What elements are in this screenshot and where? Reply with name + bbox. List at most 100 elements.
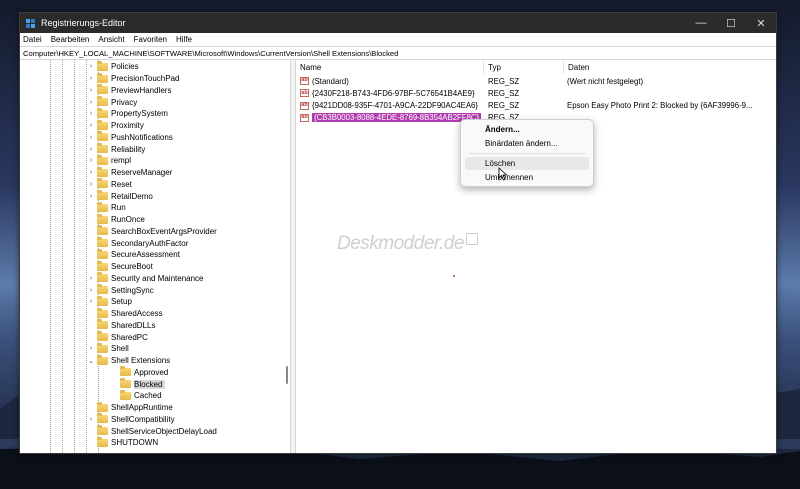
tree-item[interactable]: › Setup — [87, 295, 132, 308]
maximize-button[interactable]: ☐ — [716, 13, 746, 33]
tree-item[interactable]: › Privacy — [87, 96, 137, 108]
column-name-header[interactable]: Name — [296, 60, 484, 74]
expand-chevron-icon[interactable]: › — [87, 63, 95, 70]
value-name-cell: ab {CB3B0003-8088-4EDE-8769-8B354AB2FF8C} — [300, 112, 484, 124]
tree-item[interactable]: SecondaryAuthFactor — [87, 237, 188, 249]
tree-item[interactable]: › PrecisionTouchPad — [87, 72, 180, 85]
tree-item[interactable]: › Security and Maintenance — [87, 272, 204, 285]
expand-chevron-icon[interactable]: › — [87, 75, 95, 82]
tree-item[interactable]: › ReserveManager — [87, 166, 172, 179]
string-value-icon: ab — [300, 77, 309, 85]
tree-item[interactable]: › SettingSync — [87, 284, 154, 296]
tree-item[interactable]: › Reliability — [87, 143, 145, 155]
expand-chevron-icon[interactable]: › — [87, 157, 95, 164]
expand-chevron-icon[interactable]: › — [87, 122, 95, 129]
tree-item-label: RunOnce — [111, 215, 145, 225]
tree-item[interactable]: SecureBoot — [87, 260, 153, 273]
tree-item[interactable]: › rempl — [87, 154, 131, 167]
folder-icon — [97, 96, 108, 107]
tree-item[interactable]: › Shell — [87, 342, 129, 355]
tree-item-label: PrecisionTouchPad — [111, 74, 180, 84]
close-button[interactable]: ✕ — [746, 13, 776, 33]
tree-item-label: Reliability — [111, 144, 146, 154]
expand-chevron-icon[interactable]: › — [87, 146, 95, 153]
address-bar[interactable]: Computer\HKEY_LOCAL_MACHINE\SOFTWARE\Mic… — [20, 46, 776, 60]
tree-item[interactable]: ⌄ Shell Extensions — [87, 354, 170, 367]
folder-icon — [97, 295, 108, 306]
value-data: (Wert nicht festgelegt) — [567, 76, 644, 86]
tree-item[interactable]: ShellAppRuntime — [87, 401, 173, 414]
tree-item-label: PreviewHandlers — [111, 85, 172, 95]
tree-item[interactable]: › Proximity — [87, 119, 144, 132]
tree-item[interactable]: SecureAssessment — [87, 248, 180, 261]
expand-chevron-icon[interactable]: › — [87, 169, 95, 176]
folder-icon — [97, 213, 108, 224]
menu-bearbeiten[interactable]: Bearbeiten — [51, 35, 90, 44]
tree-item[interactable]: ShellServiceObjectDelayLoad — [87, 425, 217, 437]
tree-item[interactable]: SharedAccess — [87, 307, 163, 320]
ctx-umbenennen[interactable]: Umbenennen — [465, 171, 589, 184]
column-type-header[interactable]: Typ — [484, 60, 564, 74]
tree-item-label: SecureAssessment — [111, 250, 180, 260]
key-tree: › Policies › PrecisionTouchPad › PreviewHandl… — [20, 60, 290, 453]
tree-item[interactable]: › Policies — [87, 60, 139, 73]
folder-icon — [97, 60, 108, 71]
value-name: (Standard) — [312, 76, 349, 86]
menu-datei[interactable]: Datei — [23, 35, 42, 44]
tree-item[interactable]: Approved — [110, 366, 168, 379]
tree-item[interactable]: Blocked — [110, 378, 166, 390]
value-name-cell: ab {2430F218-B743-4FD6-97BF-5C76541B4AE9} — [300, 87, 484, 99]
tree-item-label: SecureBoot — [111, 262, 153, 272]
value-name: {9421DD08-935F-4701-A9CA-22DF90AC4EA6} — [312, 101, 478, 111]
collapse-chevron-icon[interactable]: ⌄ — [87, 357, 95, 365]
value-row[interactable]: ab (Standard) REG_SZ (Wert nicht festgelegt… — [296, 75, 776, 87]
folder-icon — [97, 436, 108, 447]
expand-chevron-icon[interactable]: › — [87, 416, 95, 423]
tree-item[interactable]: SHUTDOWN — [87, 436, 158, 449]
expand-chevron-icon[interactable]: › — [87, 181, 95, 188]
tree-item-label: Blocked — [134, 379, 166, 389]
ctx-aendern[interactable]: Ändern... — [465, 123, 589, 136]
menu-favoriten[interactable]: Favoriten — [134, 35, 167, 44]
tree-item[interactable]: Cached — [110, 389, 162, 402]
tree-item[interactable]: RunOnce — [87, 213, 145, 226]
tree-item-label: PropertySystem — [111, 109, 168, 119]
expand-chevron-icon[interactable]: › — [87, 298, 95, 305]
string-value-icon: ab — [300, 113, 309, 122]
tree-item-label: Security and Maintenance — [111, 273, 204, 283]
tree-item[interactable]: › ShellCompatibility — [87, 413, 175, 426]
tree-item[interactable]: SharedDLLs — [87, 319, 155, 332]
ctx-loeschen[interactable]: Löschen — [465, 157, 589, 170]
tree-item[interactable]: SharedPC — [87, 331, 148, 343]
tree-item-label: ShellServiceObjectDelayLoad — [111, 426, 217, 436]
value-name: {CB3B0003-8088-4EDE-8769-8B354AB2FF8C} — [312, 113, 482, 123]
expand-chevron-icon[interactable]: › — [87, 99, 95, 106]
expand-chevron-icon[interactable]: › — [87, 275, 95, 282]
minimize-button[interactable]: — — [686, 13, 716, 33]
tree-item[interactable]: › Reset — [87, 178, 132, 191]
tree-item[interactable]: Run — [87, 201, 126, 214]
menu-hilfe[interactable]: Hilfe — [176, 35, 192, 44]
menu-ansicht[interactable]: Ansicht — [98, 35, 124, 44]
value-row[interactable]: ab {2430F218-B743-4FD6-97BF-5C76541B4AE9}… — [296, 87, 776, 99]
expand-chevron-icon[interactable]: › — [87, 345, 95, 352]
folder-icon — [97, 166, 108, 177]
expand-chevron-icon[interactable]: › — [87, 87, 95, 94]
regedit-app-icon — [26, 18, 35, 28]
tree-item[interactable]: SearchBoxEventArgsProvider — [87, 225, 217, 238]
expand-chevron-icon[interactable]: › — [87, 134, 95, 141]
tree-item-label: SharedAccess — [111, 309, 163, 319]
tree-item[interactable]: › PropertySystem — [87, 107, 168, 120]
value-data — [567, 87, 772, 99]
value-row[interactable]: ab {9421DD08-935F-4701-A9CA-22DF90AC4EA6}… — [296, 100, 776, 112]
folder-icon — [97, 190, 108, 201]
folder-icon — [120, 389, 131, 400]
expand-chevron-icon[interactable]: › — [87, 110, 95, 117]
column-data-header[interactable]: Daten — [564, 60, 776, 74]
expand-chevron-icon[interactable]: › — [87, 287, 95, 294]
ctx-binaerdaten-aendern[interactable]: Binärdaten ändern... — [465, 137, 589, 150]
tree-item[interactable]: › RetailDemo — [87, 190, 153, 202]
tree-item[interactable]: › PreviewHandlers — [87, 84, 172, 97]
tree-item[interactable]: › PushNotifications — [87, 131, 173, 144]
expand-chevron-icon[interactable]: › — [87, 193, 95, 200]
